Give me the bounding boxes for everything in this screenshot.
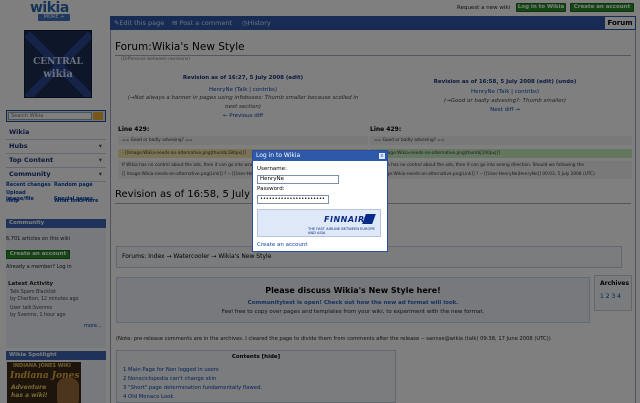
password-label: Password: bbox=[257, 186, 285, 192]
finnair-ad[interactable]: FINNAIR THE FAST AIRLINE BETWEEN EUROPE … bbox=[257, 209, 381, 237]
finnair-brand: FINNAIR bbox=[324, 215, 365, 224]
login-dialog-title: Log in to Wikia bbox=[253, 151, 387, 161]
close-icon[interactable]: x bbox=[379, 153, 385, 159]
login-dialog: Log in to Wikia x Username: HenryNe Pass… bbox=[252, 150, 388, 252]
finnair-logo-icon bbox=[362, 214, 376, 224]
password-field[interactable]: •••••••••••••••••••••• bbox=[257, 195, 329, 204]
username-label: Username: bbox=[257, 166, 287, 172]
modal-create-account-link[interactable]: Create an account bbox=[257, 242, 308, 248]
finnair-tagline: THE FAST AIRLINE BETWEEN EUROPE AND ASIA bbox=[308, 227, 375, 235]
username-field[interactable]: HenryNe bbox=[257, 175, 339, 184]
